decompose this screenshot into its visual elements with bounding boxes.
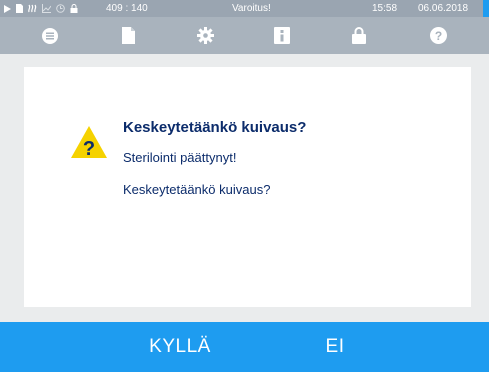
- status-warning-label: Varoitus!: [232, 3, 271, 14]
- svg-text:?: ?: [83, 138, 95, 159]
- status-date: 06.06.2018: [418, 3, 469, 14]
- button-bar: KYLLÄ EI: [0, 322, 489, 372]
- clock-icon: [56, 4, 65, 13]
- svg-text:?: ?: [434, 29, 441, 43]
- warning-question-icon: ?: [70, 125, 108, 164]
- document-icon: [121, 27, 135, 44]
- nav-lock-button[interactable]: [329, 17, 389, 54]
- menu-icon: [42, 27, 58, 44]
- status-icons: [4, 2, 78, 15]
- steam-icon: [28, 4, 37, 13]
- nav-bar: ?: [0, 17, 489, 54]
- status-bar: 409 : 140 Varoitus! 15:58 06.06.2018: [0, 0, 489, 17]
- graph-icon: [42, 4, 51, 13]
- dialog-message-line: Sterilointi päättynyt!: [123, 150, 237, 165]
- confirmation-dialog: ? Keskeytetäänkö kuivaus? Sterilointi pä…: [24, 67, 471, 307]
- status-time: 15:58: [372, 3, 398, 14]
- nav-settings-button[interactable]: [175, 17, 235, 54]
- nav-info-button[interactable]: [252, 17, 312, 54]
- document-icon: [16, 4, 23, 13]
- help-icon: ?: [429, 27, 447, 44]
- yes-button[interactable]: KYLLÄ: [120, 322, 240, 372]
- nav-document-button[interactable]: [98, 17, 158, 54]
- nav-help-button[interactable]: ?: [408, 17, 468, 54]
- dialog-question-line: Keskeytetäänkö kuivaus?: [123, 182, 271, 197]
- status-edge-accent: [483, 0, 489, 17]
- lock-icon: [70, 4, 78, 13]
- status-counter: 409 : 140: [106, 3, 148, 14]
- gear-icon: [196, 27, 214, 44]
- play-icon: [4, 4, 11, 13]
- no-button[interactable]: EI: [290, 322, 380, 372]
- lock-icon: [352, 27, 366, 44]
- main-area: ? Keskeytetäänkö kuivaus? Sterilointi pä…: [0, 54, 489, 322]
- dialog-title: Keskeytetäänkö kuivaus?: [123, 119, 307, 136]
- nav-menu-button[interactable]: [20, 17, 80, 54]
- info-icon: [274, 27, 290, 44]
